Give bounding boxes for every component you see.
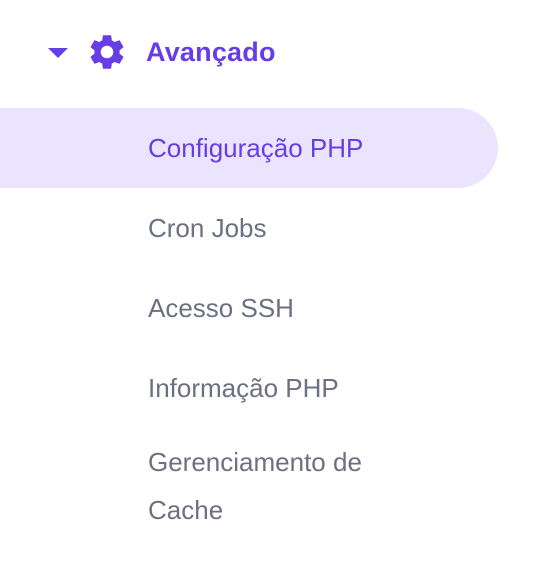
submenu: Configuração PHP Cron Jobs Acesso SSH In… — [0, 108, 540, 534]
section-title: Avançado — [146, 36, 276, 67]
menu-item-label: Configuração PHP — [148, 132, 364, 163]
caret-down-icon[interactable] — [48, 48, 68, 58]
menu-item-label: Informação PHP — [148, 372, 339, 403]
menu-item-informacao-php[interactable]: Informação PHP — [0, 348, 540, 428]
section-header-avancado[interactable]: Avançado — [48, 30, 276, 74]
menu-item-gerenciamento-de-cache[interactable]: Gerenciamento de Cache — [0, 428, 440, 534]
menu-item-cron-jobs[interactable]: Cron Jobs — [0, 188, 540, 268]
menu-item-acesso-ssh[interactable]: Acesso SSH — [0, 268, 540, 348]
menu-item-configuracao-php[interactable]: Configuração PHP — [0, 108, 498, 188]
menu-item-label: Gerenciamento de Cache — [148, 447, 362, 525]
menu-item-label: Acesso SSH — [148, 292, 294, 323]
gear-icon — [86, 31, 128, 73]
menu-item-label: Cron Jobs — [148, 212, 267, 243]
